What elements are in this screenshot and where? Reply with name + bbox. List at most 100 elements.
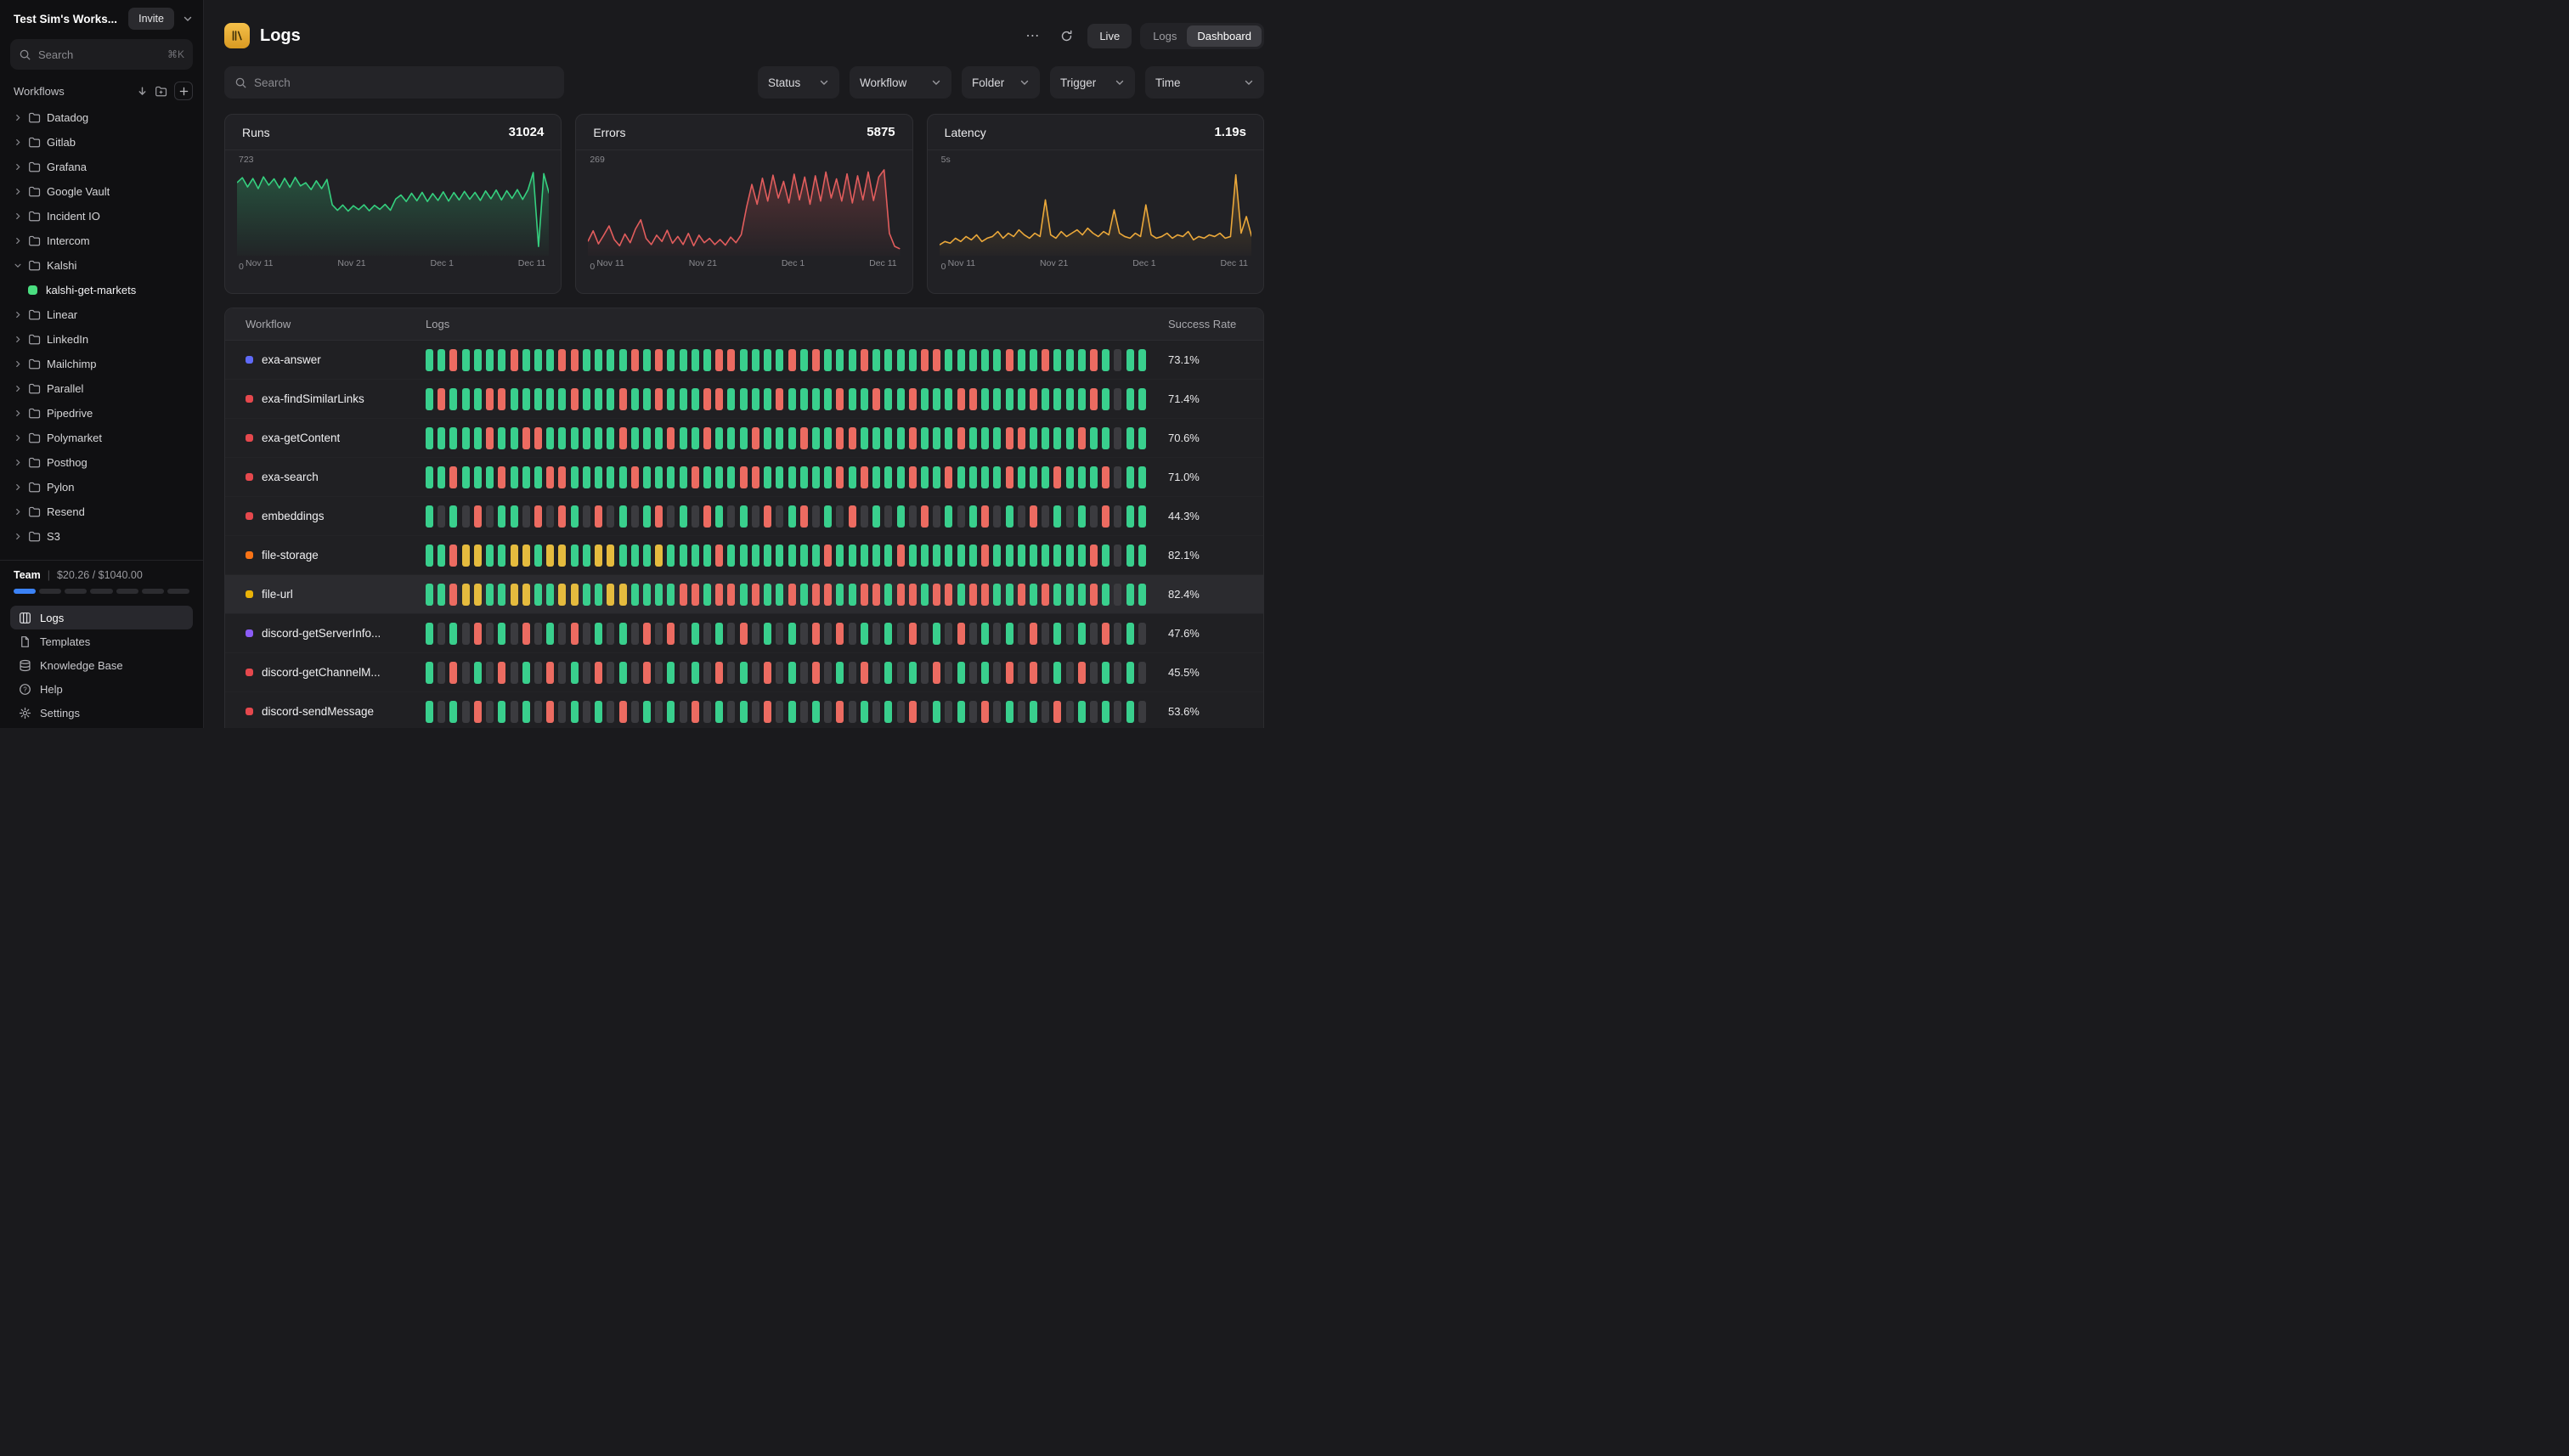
log-bar[interactable] (1078, 662, 1086, 684)
log-bar[interactable] (607, 505, 614, 528)
log-bar[interactable] (498, 584, 505, 606)
log-bar[interactable] (884, 623, 892, 645)
log-bar[interactable] (861, 701, 868, 723)
log-bar[interactable] (703, 545, 711, 567)
log-bar[interactable] (1066, 623, 1074, 645)
log-bar[interactable] (957, 388, 965, 410)
toggle-dashboard[interactable]: Dashboard (1187, 25, 1262, 47)
log-bar[interactable] (993, 388, 1001, 410)
log-bar[interactable] (715, 662, 723, 684)
log-bar[interactable] (993, 427, 1001, 449)
log-bar[interactable] (1102, 349, 1109, 371)
log-bar[interactable] (546, 427, 554, 449)
log-bar[interactable] (438, 584, 445, 606)
log-bar[interactable] (969, 349, 977, 371)
log-bar[interactable] (583, 662, 590, 684)
log-bar[interactable] (692, 701, 699, 723)
log-bar[interactable] (752, 427, 759, 449)
log-bar[interactable] (486, 466, 494, 488)
log-bar[interactable] (740, 662, 748, 684)
log-bar[interactable] (788, 388, 796, 410)
log-bar[interactable] (474, 623, 482, 645)
sidebar-item-knowledge-base[interactable]: Knowledge Base (10, 653, 193, 677)
sidebar-folder-intercom[interactable]: Intercom (7, 229, 196, 253)
log-bar[interactable] (1090, 388, 1098, 410)
log-bar[interactable] (583, 466, 590, 488)
log-bar[interactable] (727, 505, 735, 528)
log-bar[interactable] (969, 388, 977, 410)
log-bar[interactable] (727, 545, 735, 567)
log-bar[interactable] (776, 427, 783, 449)
log-bar[interactable] (776, 505, 783, 528)
log-bar[interactable] (715, 623, 723, 645)
log-bar[interactable] (1066, 466, 1074, 488)
log-bar[interactable] (546, 349, 554, 371)
log-bar[interactable] (812, 466, 820, 488)
workflow-row-discord-sendMessage[interactable]: discord-sendMessage53.6% (225, 692, 1263, 728)
log-bar[interactable] (703, 662, 711, 684)
log-bar[interactable] (1078, 584, 1086, 606)
log-bar[interactable] (692, 662, 699, 684)
log-bar[interactable] (993, 662, 1001, 684)
log-bar[interactable] (1006, 466, 1013, 488)
log-bar[interactable] (546, 584, 554, 606)
log-bar[interactable] (631, 349, 639, 371)
log-bar[interactable] (534, 584, 542, 606)
log-bar[interactable] (571, 545, 579, 567)
log-bar[interactable] (546, 662, 554, 684)
log-bar[interactable] (558, 427, 566, 449)
log-bar[interactable] (583, 584, 590, 606)
log-bar[interactable] (969, 545, 977, 567)
log-bar[interactable] (1006, 427, 1013, 449)
log-bar[interactable] (752, 388, 759, 410)
log-bar[interactable] (1066, 545, 1074, 567)
log-bar[interactable] (643, 545, 651, 567)
log-bar[interactable] (981, 545, 989, 567)
log-bar[interactable] (824, 466, 832, 488)
log-bar[interactable] (933, 701, 940, 723)
log-bar[interactable] (897, 427, 905, 449)
log-bar[interactable] (909, 505, 917, 528)
log-bar[interactable] (788, 505, 796, 528)
log-bar[interactable] (909, 584, 917, 606)
log-bar[interactable] (631, 623, 639, 645)
log-bar[interactable] (1114, 623, 1121, 645)
log-bar[interactable] (558, 623, 566, 645)
log-bar[interactable] (872, 584, 880, 606)
sidebar-folder-linkedin[interactable]: LinkedIn (7, 327, 196, 352)
log-bar[interactable] (812, 349, 820, 371)
log-bar[interactable] (546, 388, 554, 410)
log-bar[interactable] (619, 388, 627, 410)
log-bar[interactable] (631, 701, 639, 723)
log-bar[interactable] (667, 623, 675, 645)
log-bar[interactable] (607, 545, 614, 567)
log-bar[interactable] (595, 584, 602, 606)
log-bar[interactable] (1102, 623, 1109, 645)
log-bar[interactable] (643, 427, 651, 449)
log-bar[interactable] (680, 701, 687, 723)
log-bar[interactable] (534, 505, 542, 528)
log-bar[interactable] (474, 545, 482, 567)
log-bar[interactable] (1090, 584, 1098, 606)
log-bar[interactable] (788, 623, 796, 645)
log-bar[interactable] (1078, 701, 1086, 723)
log-bar[interactable] (776, 388, 783, 410)
log-bar[interactable] (703, 623, 711, 645)
log-bar[interactable] (752, 623, 759, 645)
log-bar[interactable] (595, 701, 602, 723)
log-bar[interactable] (752, 662, 759, 684)
log-bar[interactable] (921, 388, 929, 410)
log-bar[interactable] (680, 505, 687, 528)
log-bar[interactable] (631, 388, 639, 410)
log-bar[interactable] (1114, 662, 1121, 684)
log-bar[interactable] (703, 427, 711, 449)
log-bar[interactable] (643, 505, 651, 528)
log-bar[interactable] (426, 505, 433, 528)
log-bar[interactable] (486, 701, 494, 723)
log-bar[interactable] (849, 623, 856, 645)
filter-trigger[interactable]: Trigger (1050, 66, 1135, 99)
log-bar[interactable] (897, 388, 905, 410)
log-bar[interactable] (824, 623, 832, 645)
sidebar-workflow-kalshi-get-markets[interactable]: kalshi-get-markets (7, 278, 196, 302)
log-bar[interactable] (849, 466, 856, 488)
